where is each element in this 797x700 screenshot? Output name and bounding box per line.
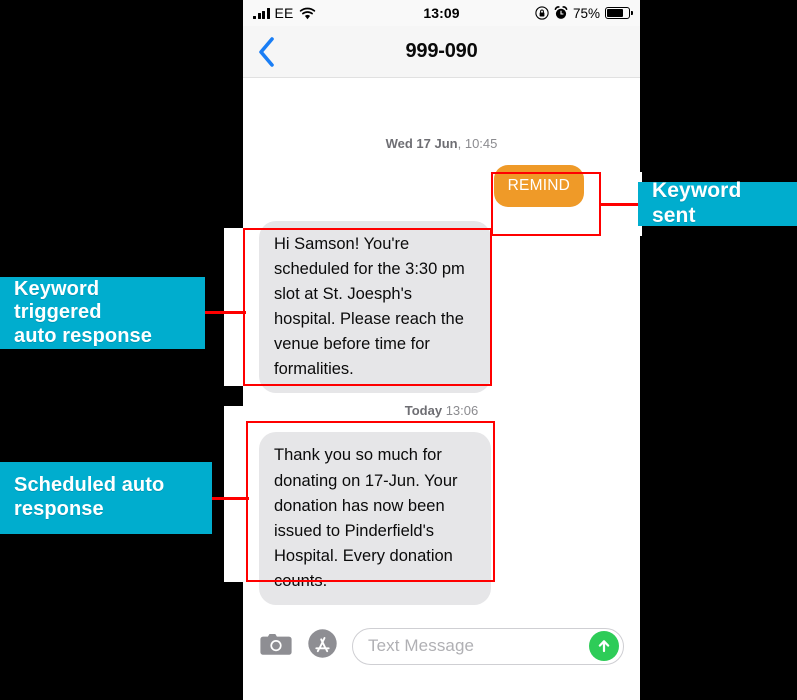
annotation-label-keyword-sent-text: Keyword sent: [652, 179, 742, 227]
screenshot-root: EE 13:09 75% 999-090 Wed 17 Jun, 10:45 R…: [0, 0, 797, 700]
callout-connector-scheduled: [207, 497, 249, 500]
timestamp-2-day: Today: [404, 403, 443, 419]
message-bubble-incoming-1[interactable]: Hi Samson! You're scheduled for the 3:30…: [259, 221, 491, 394]
alarm-clock-icon: [554, 6, 568, 20]
message-bubble-outgoing[interactable]: REMIND: [493, 165, 584, 207]
timestamp-divider-2: Today 13:06: [259, 403, 624, 418]
rotation-lock-icon: [535, 6, 549, 20]
navigation-bar: 999-090: [243, 26, 640, 78]
status-bar: EE 13:09 75%: [243, 0, 640, 26]
timestamp-1-time: , 10:45: [457, 136, 498, 151]
callout-backing-left-bottom: [224, 406, 246, 582]
battery-percent-label: 75%: [572, 5, 600, 21]
message-row-incoming-2: Thank you so much for donating on 17-Jun…: [259, 432, 624, 605]
send-arrow-up-icon[interactable]: [589, 631, 619, 661]
iphone-messages-screen: EE 13:09 75% 999-090 Wed 17 Jun, 10:45 R…: [243, 0, 640, 700]
message-compose-toolbar: Text Message: [243, 614, 640, 700]
message-list: Wed 17 Jun, 10:45 REMIND Hi Samson! You'…: [243, 136, 640, 671]
annotation-label-scheduled-text: Scheduled auto response: [14, 474, 165, 520]
camera-icon[interactable]: [259, 630, 293, 663]
message-row-outgoing: REMIND: [259, 165, 624, 207]
annotation-label-keyword-sent: Keyword sent: [638, 179, 797, 227]
message-input-field[interactable]: Text Message: [352, 627, 624, 665]
app-store-icon[interactable]: [307, 628, 338, 664]
conversation-title: 999-090: [405, 40, 478, 62]
timestamp-2-time: 13:06: [442, 403, 479, 419]
status-bar-right: 75%: [535, 5, 633, 21]
annotation-label-scheduled: Scheduled auto response: [0, 462, 212, 534]
message-row-incoming-1: Hi Samson! You're scheduled for the 3:30…: [259, 221, 624, 394]
message-input-placeholder: Text Message: [368, 636, 475, 655]
callout-backing-left-top: [224, 228, 246, 386]
message-bubble-incoming-2[interactable]: Thank you so much for donating on 17-Jun…: [259, 432, 491, 605]
annotation-label-keyword-triggered-text: Keyword triggered auto response: [14, 277, 152, 347]
timestamp-divider-1: Wed 17 Jun, 10:45: [259, 136, 624, 151]
annotation-label-keyword-triggered: Keyword triggered auto response: [0, 277, 205, 349]
battery-icon: [605, 7, 633, 19]
callout-connector-keyword-triggered: [204, 311, 246, 314]
timestamp-1-day: Wed 17 Jun: [385, 136, 458, 151]
